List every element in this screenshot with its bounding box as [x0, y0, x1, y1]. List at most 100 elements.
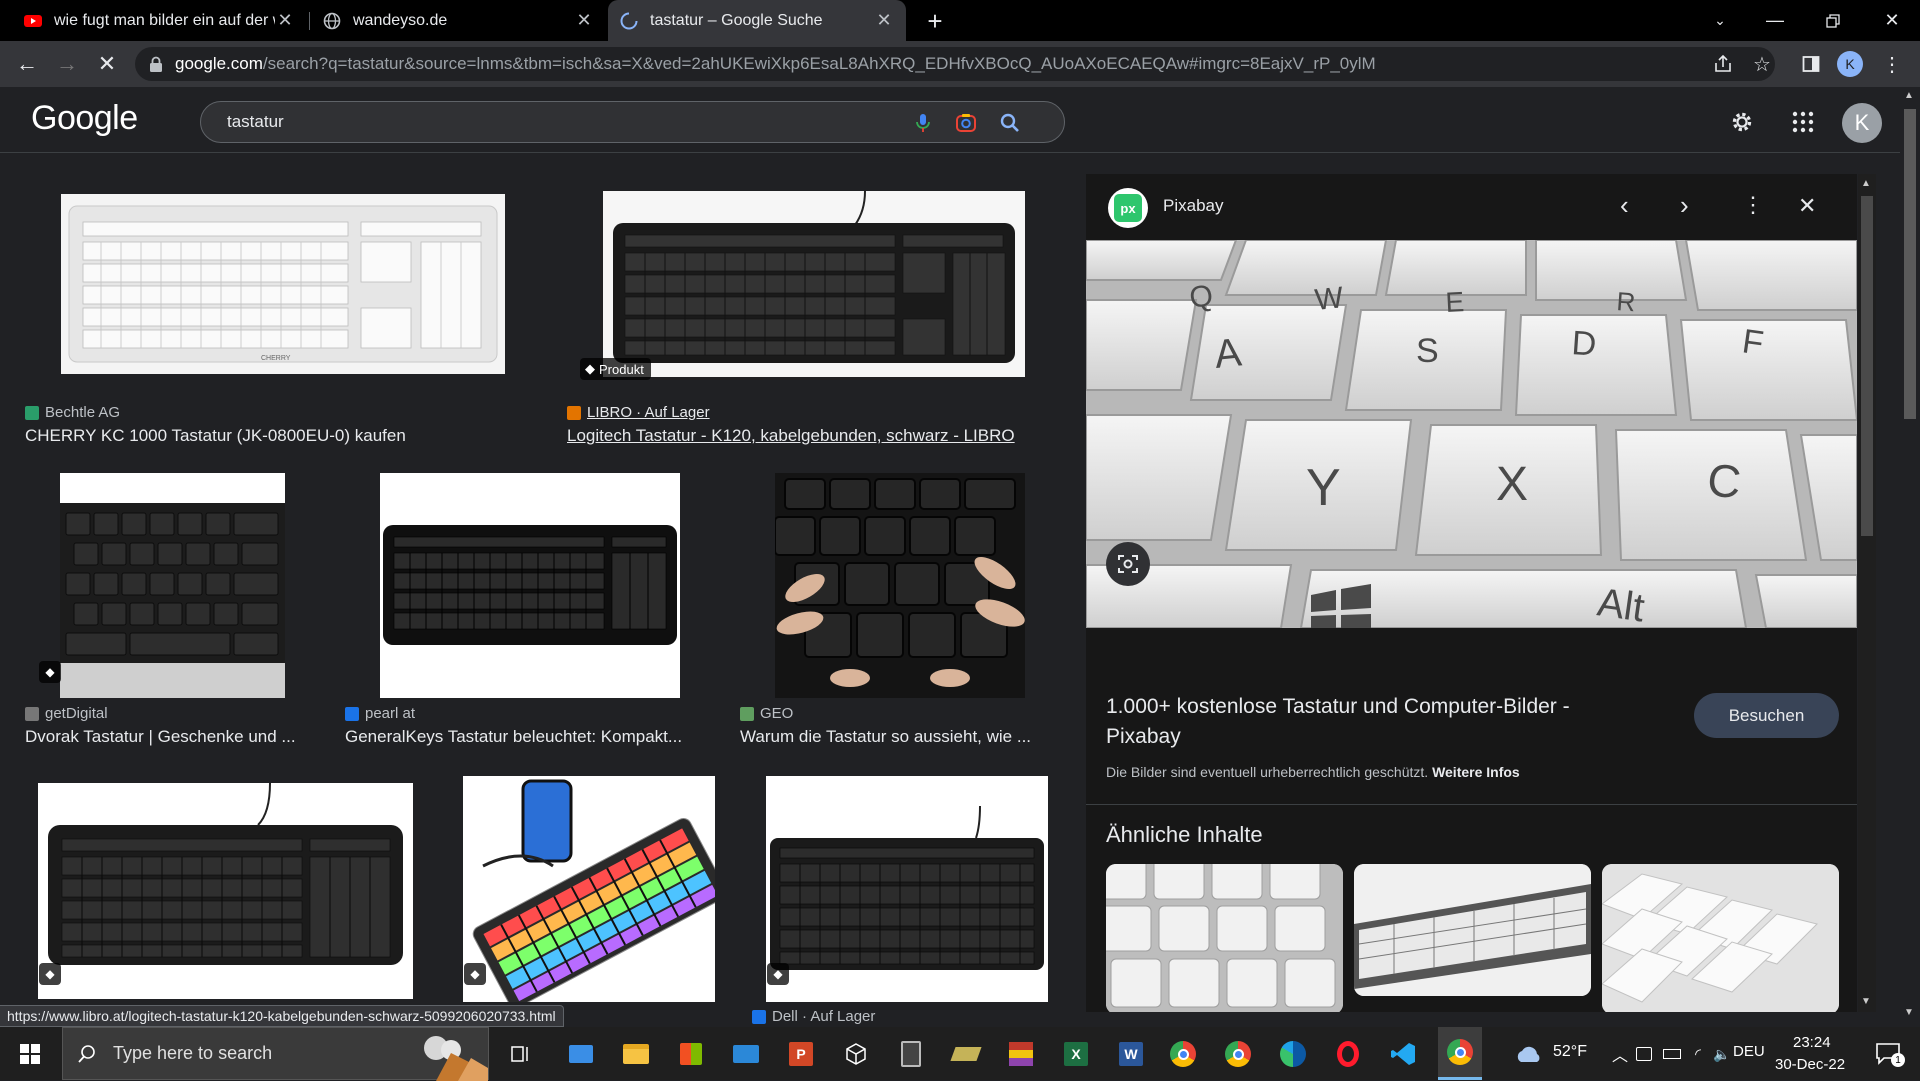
- tab-wandeyso[interactable]: wandeyso.de ✕: [311, 0, 606, 41]
- tab-search-button[interactable]: ⌄: [1690, 0, 1750, 41]
- result-title[interactable]: Warum die Tastatur so aussieht, wie ...: [740, 727, 1050, 747]
- scroll-down-icon[interactable]: ▼: [1904, 1007, 1914, 1018]
- preview-image[interactable]: Q W E R A S D F Y X C Alt: [1086, 240, 1857, 628]
- tray-battery[interactable]: [1660, 1036, 1684, 1072]
- tab-google-search[interactable]: tastatur – Google Suche ✕: [608, 0, 906, 41]
- taskbar-app-excel[interactable]: X: [1058, 1036, 1094, 1072]
- taskbar-app-file-explorer[interactable]: [618, 1036, 654, 1072]
- taskbar-app-vscode[interactable]: [1385, 1036, 1421, 1072]
- tab-close-icon[interactable]: ✕: [874, 10, 894, 31]
- minimize-button[interactable]: —: [1745, 0, 1805, 41]
- result-title[interactable]: Logitech Tastatur - K120, kabelgebunden,…: [567, 426, 1067, 446]
- microphone-icon[interactable]: [911, 111, 935, 135]
- result-source[interactable]: GEO: [740, 705, 793, 722]
- search-input[interactable]: [227, 110, 827, 134]
- taskbar-app-store[interactable]: [673, 1036, 709, 1072]
- next-image-button[interactable]: ›: [1680, 190, 1689, 221]
- weather-widget[interactable]: [1510, 1036, 1546, 1072]
- taskbar-app-chrome-active[interactable]: [1438, 1027, 1482, 1080]
- result-thumbnail[interactable]: [603, 191, 1025, 377]
- result-thumbnail[interactable]: [380, 473, 680, 698]
- search-box[interactable]: [200, 101, 1065, 143]
- tab-youtube[interactable]: wie fugt man bilder ein auf der w ✕: [12, 0, 307, 41]
- result-title[interactable]: Dvorak Tastatur | Geschenke und ...: [25, 727, 315, 747]
- result-thumbnail[interactable]: [60, 473, 285, 698]
- settings-button[interactable]: [1727, 107, 1757, 137]
- result-thumbnail[interactable]: [775, 473, 1025, 698]
- close-preview-button[interactable]: ✕: [1798, 193, 1816, 219]
- result-thumbnail[interactable]: [463, 776, 715, 1002]
- visual-search-button[interactable]: [1106, 542, 1150, 586]
- scrollbar-thumb[interactable]: [1904, 109, 1916, 419]
- result-thumbnail[interactable]: [766, 776, 1048, 1002]
- side-panel-button[interactable]: [1793, 46, 1829, 82]
- notification-center-button[interactable]: 1: [1870, 1036, 1906, 1072]
- forward-button[interactable]: →: [49, 46, 85, 82]
- preview-title[interactable]: 1.000+ kostenlose Tastatur und Computer-…: [1106, 692, 1626, 752]
- more-info-link[interactable]: Weitere Infos: [1432, 764, 1520, 780]
- result-source[interactable]: pearl at: [345, 705, 415, 722]
- google-lens-icon[interactable]: [954, 111, 978, 135]
- taskbar-search-box[interactable]: Type here to search: [62, 1027, 489, 1081]
- google-logo[interactable]: Google: [31, 99, 138, 138]
- tab-close-icon[interactable]: ✕: [574, 10, 594, 31]
- scroll-up-icon[interactable]: ▲: [1861, 178, 1871, 189]
- taskbar-app-chrome[interactable]: [1165, 1036, 1201, 1072]
- scrollbar-thumb[interactable]: [1861, 196, 1873, 536]
- url-text[interactable]: google.com/search?q=tastatur&source=lnms…: [175, 54, 1376, 74]
- similar-image-thumbnail[interactable]: [1106, 864, 1343, 1012]
- start-button[interactable]: [12, 1036, 48, 1072]
- bookmark-button[interactable]: ☆: [1744, 46, 1780, 82]
- similar-image-thumbnail[interactable]: [1354, 864, 1591, 996]
- apps-button[interactable]: [1788, 107, 1818, 137]
- tray-wifi[interactable]: ◜: [1686, 1036, 1710, 1072]
- page-scrollbar[interactable]: ▲ ▼: [1900, 87, 1920, 1027]
- result-source[interactable]: Dell · Auf Lager: [752, 1008, 875, 1024]
- tab-close-icon[interactable]: ✕: [275, 10, 295, 31]
- result-thumbnail[interactable]: CHERRY: [61, 194, 505, 374]
- result-source[interactable]: getDigital: [25, 705, 108, 722]
- visit-button[interactable]: Besuchen: [1694, 693, 1839, 738]
- similar-image-thumbnail[interactable]: [1602, 864, 1839, 1012]
- taskbar-app-winrar[interactable]: [1003, 1036, 1039, 1072]
- taskbar-app-slideshow[interactable]: [948, 1036, 984, 1072]
- close-window-button[interactable]: ✕: [1862, 0, 1920, 41]
- taskbar-app-edge[interactable]: [1275, 1036, 1311, 1072]
- preview-site-name[interactable]: Pixabay: [1163, 196, 1223, 216]
- new-tab-button[interactable]: +: [917, 3, 953, 39]
- stop-loading-button[interactable]: ✕: [89, 46, 125, 82]
- tray-network-card[interactable]: [1632, 1036, 1656, 1072]
- result-source[interactable]: LIBRO · Auf Lager: [567, 404, 710, 421]
- more-options-button[interactable]: ⋮: [1742, 192, 1764, 218]
- browser-menu-button[interactable]: ⋮: [1874, 46, 1910, 82]
- taskbar-app-chrome-profile[interactable]: [1220, 1036, 1256, 1072]
- result-title[interactable]: CHERRY KC 1000 Tastatur (JK-0800EU-0) ka…: [25, 426, 455, 446]
- tray-expand-button[interactable]: ︿: [1612, 1042, 1628, 1066]
- previous-image-button[interactable]: ‹: [1620, 190, 1629, 221]
- scroll-down-icon[interactable]: ▼: [1861, 996, 1871, 1007]
- taskbar-app-mail[interactable]: [728, 1036, 764, 1072]
- taskbar-app-3d-viewer[interactable]: [838, 1036, 874, 1072]
- panel-scrollbar[interactable]: ▲ ▼: [1858, 174, 1876, 1012]
- share-button[interactable]: [1705, 46, 1741, 82]
- address-bar[interactable]: google.com/search?q=tastatur&source=lnms…: [135, 47, 1775, 81]
- taskbar-app-powerpoint[interactable]: P: [783, 1036, 819, 1072]
- search-icon[interactable]: [998, 111, 1022, 135]
- input-language[interactable]: DEU: [1733, 1043, 1765, 1060]
- account-avatar[interactable]: K: [1842, 103, 1882, 143]
- back-button[interactable]: ←: [9, 46, 45, 82]
- tray-volume[interactable]: 🔈: [1710, 1036, 1734, 1072]
- clock-date[interactable]: 30-Dec-22: [1775, 1056, 1845, 1073]
- weather-temperature[interactable]: 52°F: [1553, 1043, 1587, 1061]
- taskbar-app-remote-desktop[interactable]: [563, 1036, 599, 1072]
- taskbar-app-word[interactable]: W: [1113, 1036, 1149, 1072]
- taskbar-app-opera[interactable]: [1330, 1036, 1366, 1072]
- scroll-up-icon[interactable]: ▲: [1904, 90, 1914, 101]
- result-source[interactable]: Bechtle AG: [25, 404, 120, 421]
- result-title[interactable]: GeneralKeys Tastatur beleuchtet: Kompakt…: [345, 727, 700, 747]
- taskbar-app-calculator[interactable]: [893, 1036, 929, 1072]
- clock-time[interactable]: 23:24: [1793, 1034, 1831, 1051]
- profile-button[interactable]: K: [1832, 46, 1868, 82]
- task-view-button[interactable]: [502, 1036, 538, 1072]
- result-thumbnail[interactable]: [38, 783, 413, 999]
